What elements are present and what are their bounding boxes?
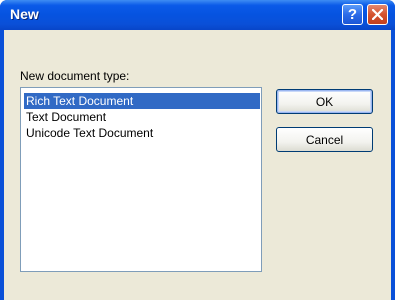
list-item-text-document[interactable]: Text Document bbox=[24, 109, 106, 125]
window-title: New bbox=[10, 6, 39, 22]
document-type-label: New document type: bbox=[20, 69, 130, 83]
list-item-rich-text-document[interactable]: Rich Text Document bbox=[24, 93, 260, 109]
close-icon bbox=[372, 9, 383, 20]
title-bar[interactable]: New ? bbox=[0, 0, 395, 30]
ok-button[interactable]: OK bbox=[276, 89, 373, 114]
document-type-list[interactable]: Rich Text Document Text Document Unicode… bbox=[20, 87, 262, 272]
close-button[interactable] bbox=[367, 4, 388, 25]
help-button[interactable]: ? bbox=[342, 4, 363, 25]
cancel-button[interactable]: Cancel bbox=[276, 127, 373, 152]
list-item-unicode-text-document[interactable]: Unicode Text Document bbox=[24, 125, 153, 141]
